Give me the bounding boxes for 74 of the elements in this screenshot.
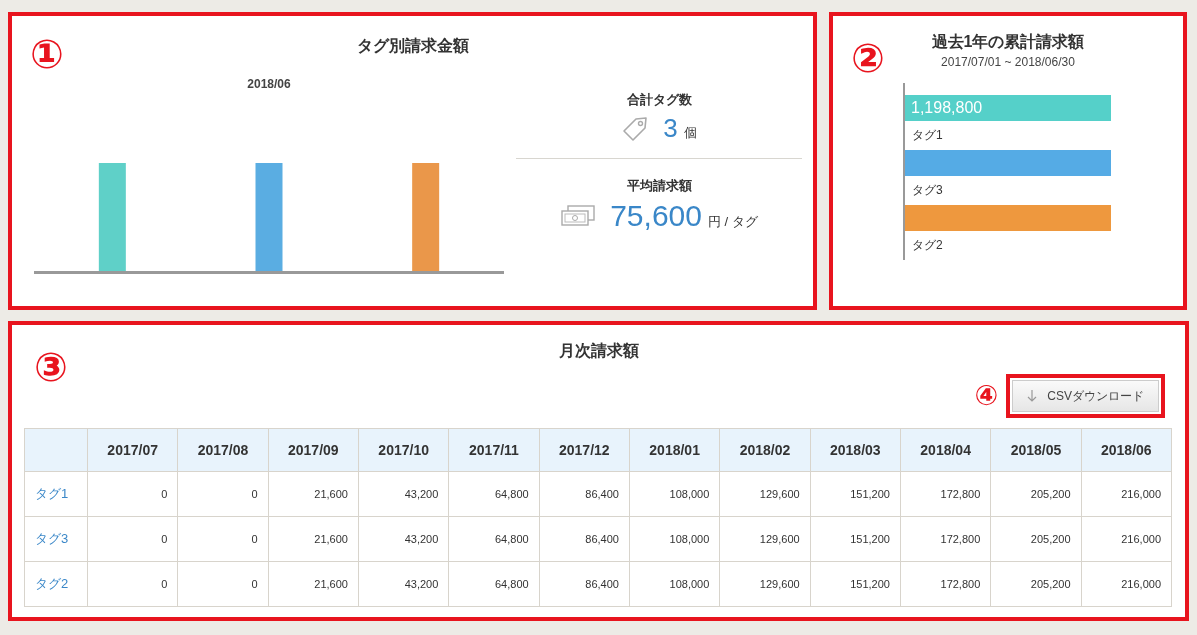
table-cell: 64,800 <box>448 516 540 562</box>
table-cell: 86,400 <box>539 471 630 517</box>
table-header-cell: 2018/02 <box>719 428 811 472</box>
tag-count-unit: 個 <box>683 124 697 142</box>
table-cell: 0 <box>87 561 178 607</box>
table-cell: 64,800 <box>448 561 540 607</box>
banknotes-icon <box>560 204 597 228</box>
table-cell: 172,800 <box>900 516 991 562</box>
panel-title: タグ別請求金額 <box>356 36 469 56</box>
table-cell: 43,200 <box>358 561 449 607</box>
table-cell: 172,800 <box>900 561 991 607</box>
average-amount-value: 75,600 <box>610 199 702 233</box>
table-cell: 0 <box>87 471 178 517</box>
average-amount-unit: 円 / タグ <box>707 213 758 231</box>
tag-link[interactable]: タグ2 <box>35 576 69 591</box>
table-cell: 108,000 <box>629 471 720 517</box>
period-text: 2017/07/01 ~ 2018/06/30 <box>940 55 1076 69</box>
bar-label: タグ1 <box>912 128 944 142</box>
table-cell: 0 <box>87 516 178 562</box>
table-cell: 205,200 <box>990 471 1082 517</box>
table-cell: 86,400 <box>539 561 630 607</box>
panel-title: 過去1年の累計請求額 <box>931 32 1085 52</box>
table-cell: 43,200 <box>358 516 449 562</box>
table-cell: 0 <box>177 561 269 607</box>
annotation-number: ④ <box>974 382 999 410</box>
stat-label: 合計タグ数 <box>626 91 692 109</box>
annotation-number: ① <box>30 34 64 74</box>
table-header-cell: 2017/09 <box>268 428 359 472</box>
table-header-cell: 2018/05 <box>990 428 1082 472</box>
table-cell: 205,200 <box>990 516 1082 562</box>
table-cell: 172,800 <box>900 471 991 517</box>
table-header-cell: 2017/07 <box>87 428 178 472</box>
table-header-cell: 2017/10 <box>358 428 449 472</box>
download-arrow-icon <box>1027 390 1038 402</box>
tag-link[interactable]: タグ3 <box>35 531 69 546</box>
bar-label: タグ3 <box>912 183 944 197</box>
table-cell: 64,800 <box>448 471 540 517</box>
table-cell: 151,200 <box>810 471 901 517</box>
table-header-cell: 2017/12 <box>539 428 630 472</box>
table-cell: 43,200 <box>358 471 449 517</box>
table-cell: 216,000 <box>1081 561 1172 607</box>
table-cell: 0 <box>177 471 269 517</box>
stat-label: 平均請求額 <box>626 177 692 195</box>
table-cell: 21,600 <box>268 561 359 607</box>
table-cell: 129,600 <box>719 561 811 607</box>
tag-link[interactable]: タグ1 <box>35 486 69 501</box>
table-header-cell: 2018/06 <box>1081 428 1172 472</box>
table-cell: 21,600 <box>268 516 359 562</box>
table-cell: 108,000 <box>629 561 720 607</box>
table-header-cell: 2017/08 <box>177 428 269 472</box>
panel-title: 月次請求額 <box>558 341 639 361</box>
tag-icon <box>621 114 650 143</box>
csv-download-button[interactable]: CSVダウンロード <box>1012 380 1159 412</box>
annotation-number: ③ <box>34 347 68 387</box>
bar-label: タグ2 <box>912 238 944 252</box>
chart-month-label: 2018/06 <box>247 77 291 91</box>
table-header-cell: 2018/03 <box>810 428 901 472</box>
tag-count-value: 3 <box>663 113 678 144</box>
table-header-cell: 2018/04 <box>900 428 991 472</box>
table-cell: 216,000 <box>1081 516 1172 562</box>
table-cell: 129,600 <box>719 471 811 517</box>
table-header-cell: 2017/11 <box>448 428 540 472</box>
table-cell: 205,200 <box>990 561 1082 607</box>
table-cell: 151,200 <box>810 516 901 562</box>
table-cell: 216,000 <box>1081 471 1172 517</box>
table-cell: 151,200 <box>810 561 901 607</box>
bar-value-label: 1,198,800 <box>911 99 983 117</box>
table-cell: 129,600 <box>719 516 811 562</box>
table-cell: 86,400 <box>539 516 630 562</box>
annotation-number: ② <box>851 38 885 78</box>
table-cell: 108,000 <box>629 516 720 562</box>
table-cell: 0 <box>177 516 269 562</box>
table-header-cell: 2018/01 <box>629 428 720 472</box>
table-cell: 21,600 <box>268 471 359 517</box>
